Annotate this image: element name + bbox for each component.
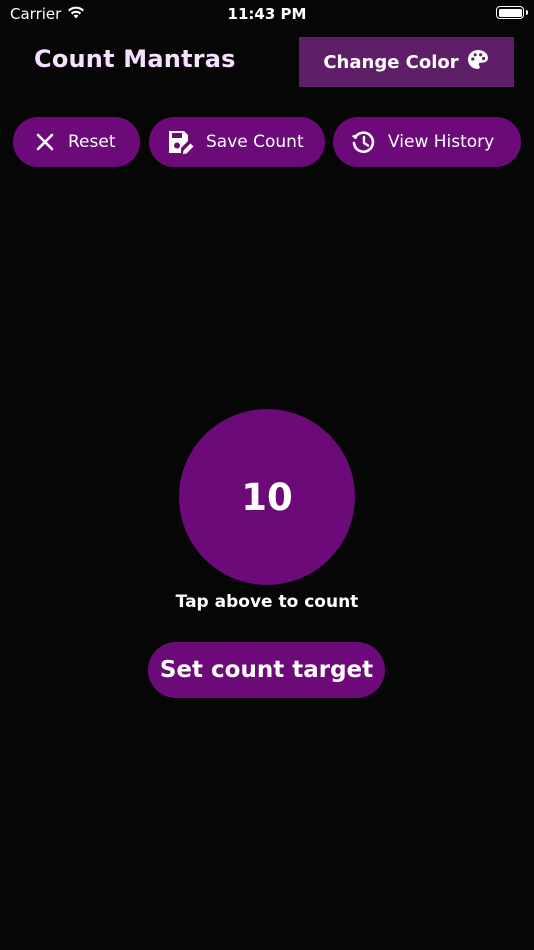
page-title: Count Mantras bbox=[34, 45, 236, 73]
history-icon bbox=[349, 128, 377, 156]
app-screen: Carrier 11:43 PM Count Mantras Change Co… bbox=[0, 0, 534, 950]
set-count-target-button[interactable]: Set count target bbox=[148, 642, 385, 698]
reset-button[interactable]: Reset bbox=[13, 117, 140, 167]
battery-level bbox=[498, 8, 522, 17]
tap-hint: Tap above to count bbox=[175, 592, 359, 612]
change-color-button[interactable]: Change Color bbox=[299, 37, 514, 87]
save-count-button[interactable]: Save Count bbox=[149, 117, 325, 167]
close-icon bbox=[35, 132, 55, 152]
count-tap-button[interactable]: 10 bbox=[179, 409, 355, 585]
reset-label: Reset bbox=[68, 132, 116, 152]
palette-icon bbox=[466, 48, 490, 77]
status-bar: Carrier 11:43 PM bbox=[0, 0, 534, 28]
change-color-label: Change Color bbox=[323, 51, 459, 73]
view-history-button[interactable]: View History bbox=[333, 117, 521, 167]
save-edit-icon bbox=[167, 128, 195, 156]
save-count-label: Save Count bbox=[206, 132, 304, 152]
view-history-label: View History bbox=[388, 132, 495, 152]
set-count-target-label: Set count target bbox=[159, 657, 374, 683]
status-time: 11:43 PM bbox=[227, 5, 307, 23]
count-value: 10 bbox=[241, 475, 293, 519]
battery-icon bbox=[496, 6, 528, 19]
